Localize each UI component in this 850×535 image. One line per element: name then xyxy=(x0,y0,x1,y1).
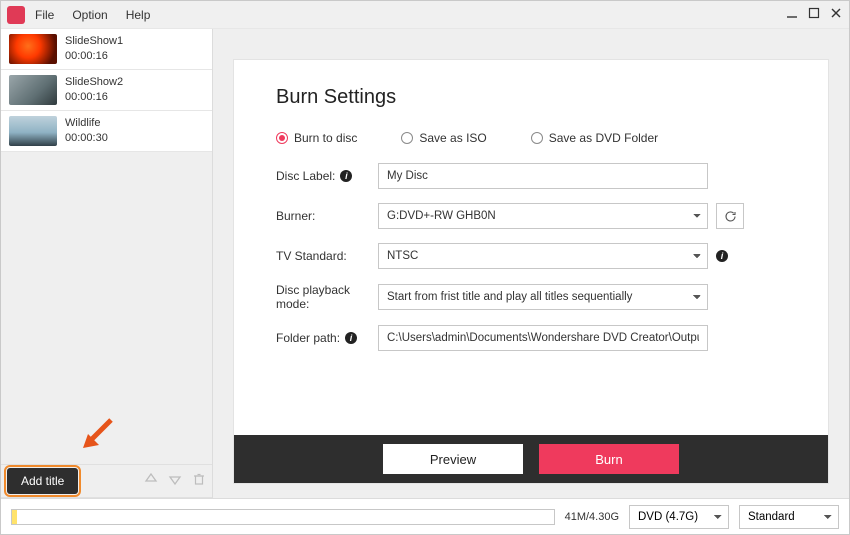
slide-item[interactable]: Wildlife 00:00:30 xyxy=(1,111,212,152)
slide-list: SlideShow1 00:00:16 SlideShow2 00:00:16 … xyxy=(1,29,212,152)
body: SlideShow1 00:00:16 SlideShow2 00:00:16 … xyxy=(1,29,849,498)
slide-title: SlideShow2 xyxy=(65,75,123,90)
radio-save-as-dvd-folder[interactable]: Save as DVD Folder xyxy=(531,131,658,145)
title-bar: File Option Help xyxy=(1,1,849,29)
app-window: File Option Help SlideShow1 00:00:16 xyxy=(0,0,850,535)
slide-info: SlideShow1 00:00:16 xyxy=(65,34,123,64)
preview-button[interactable]: Preview xyxy=(383,444,523,474)
capacity-text: 41M/4.30G xyxy=(565,511,619,523)
menu-file[interactable]: File xyxy=(35,8,54,22)
action-bar: Preview Burn xyxy=(234,435,828,483)
close-icon[interactable] xyxy=(829,6,843,23)
refresh-icon xyxy=(724,210,737,223)
slide-info: Wildlife 00:00:30 xyxy=(65,116,108,146)
sidebar-toolbar: Add title xyxy=(1,464,212,498)
panel-heading: Burn Settings xyxy=(276,86,786,109)
burn-settings-panel: Burn Settings Burn to disc Save as ISO S… xyxy=(233,59,829,484)
row-disc-label: Disc Label: i xyxy=(276,163,786,189)
folder-path-input[interactable] xyxy=(378,325,708,351)
slide-item[interactable]: SlideShow1 00:00:16 xyxy=(1,29,212,70)
sidebar: SlideShow1 00:00:16 SlideShow2 00:00:16 … xyxy=(1,29,213,498)
row-folder-path: Folder path: i xyxy=(276,325,786,351)
menu-help[interactable]: Help xyxy=(126,8,151,22)
quality-select[interactable]: Standard xyxy=(739,505,839,529)
row-burner: Burner: G:DVD+-RW GHB0N xyxy=(276,203,786,229)
slide-thumbnail-icon xyxy=(9,34,57,64)
row-tv-standard: TV Standard: NTSC i xyxy=(276,243,786,269)
radio-selected-icon xyxy=(276,132,288,144)
burn-button[interactable]: Burn xyxy=(539,444,679,474)
output-mode-group: Burn to disc Save as ISO Save as DVD Fol… xyxy=(276,131,786,145)
disc-type-select[interactable]: DVD (4.7G) xyxy=(629,505,729,529)
main-area: Burn Settings Burn to disc Save as ISO S… xyxy=(213,29,849,498)
slide-info: SlideShow2 00:00:16 xyxy=(65,75,123,105)
menu-bar: File Option Help xyxy=(35,8,150,22)
add-title-button[interactable]: Add title xyxy=(7,468,78,494)
slide-duration: 00:00:30 xyxy=(65,131,108,146)
burner-select[interactable]: G:DVD+-RW GHB0N xyxy=(378,203,708,229)
slide-title: SlideShow1 xyxy=(65,34,123,49)
info-icon[interactable]: i xyxy=(340,170,352,182)
slide-title: Wildlife xyxy=(65,116,108,131)
app-logo-icon xyxy=(7,6,25,24)
slide-thumbnail-icon xyxy=(9,116,57,146)
window-controls xyxy=(785,6,843,23)
slide-duration: 00:00:16 xyxy=(65,90,123,105)
sidebar-spacer xyxy=(1,152,212,464)
capacity-progress-fill xyxy=(12,510,17,524)
field-label: Disc Label: xyxy=(276,169,335,183)
radio-label: Burn to disc xyxy=(294,131,357,145)
field-label: TV Standard: xyxy=(276,249,347,263)
info-icon[interactable]: i xyxy=(716,250,728,262)
radio-burn-to-disc[interactable]: Burn to disc xyxy=(276,131,357,145)
status-bar: 41M/4.30G DVD (4.7G) Standard xyxy=(1,498,849,534)
refresh-burner-button[interactable] xyxy=(716,203,744,229)
field-label: Folder path: xyxy=(276,331,340,345)
row-playback-mode: Disc playback mode: Start from frist tit… xyxy=(276,283,786,311)
radio-unselected-icon xyxy=(401,132,413,144)
radio-label: Save as ISO xyxy=(419,131,486,145)
move-up-icon[interactable] xyxy=(144,472,158,491)
slide-duration: 00:00:16 xyxy=(65,49,123,64)
field-label: Disc playback mode: xyxy=(276,283,378,311)
slide-thumbnail-icon xyxy=(9,75,57,105)
maximize-icon[interactable] xyxy=(807,6,821,23)
info-icon[interactable]: i xyxy=(345,332,357,344)
disc-label-input[interactable] xyxy=(378,163,708,189)
minimize-icon[interactable] xyxy=(785,6,799,23)
slide-item[interactable]: SlideShow2 00:00:16 xyxy=(1,70,212,111)
annotation-arrow-icon xyxy=(81,416,115,450)
radio-label: Save as DVD Folder xyxy=(549,131,658,145)
field-label: Burner: xyxy=(276,209,315,223)
radio-save-as-iso[interactable]: Save as ISO xyxy=(401,131,486,145)
move-down-icon[interactable] xyxy=(168,472,182,491)
capacity-progress xyxy=(11,509,555,525)
tv-standard-select[interactable]: NTSC xyxy=(378,243,708,269)
playback-mode-select[interactable]: Start from frist title and play all titl… xyxy=(378,284,708,310)
delete-icon[interactable] xyxy=(192,472,206,491)
radio-unselected-icon xyxy=(531,132,543,144)
menu-option[interactable]: Option xyxy=(72,8,107,22)
